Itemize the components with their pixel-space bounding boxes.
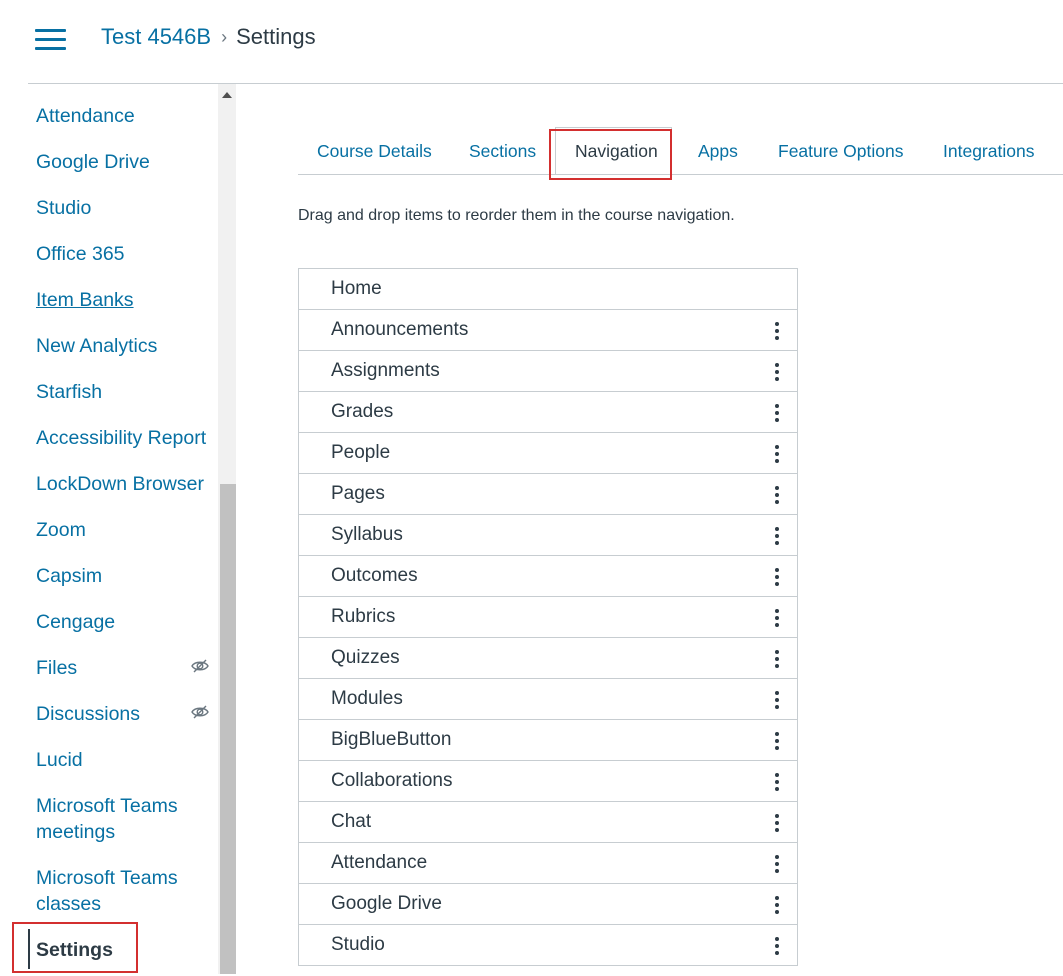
kebab-menu-icon[interactable] <box>773 566 781 588</box>
tab-feature-options[interactable]: Feature Options <box>778 141 903 162</box>
chevron-right-icon: › <box>221 26 228 47</box>
kebab-menu-icon[interactable] <box>773 935 781 957</box>
list-item-label: Assignments <box>331 360 440 381</box>
kebab-menu-icon[interactable] <box>773 689 781 711</box>
list-item[interactable]: Attendance <box>299 843 797 884</box>
kebab-menu-icon[interactable] <box>773 894 781 916</box>
list-item[interactable]: Modules <box>299 679 797 720</box>
sidebar-item-microsoft-teams-classes[interactable]: Microsoft Teams classes <box>36 865 216 917</box>
list-item[interactable]: People <box>299 433 797 474</box>
settings-highlight-box <box>12 922 138 973</box>
eye-slash-icon <box>190 656 210 676</box>
list-item-label: Chat <box>331 811 372 832</box>
sidebar-item-office-365[interactable]: Office 365 <box>36 241 216 267</box>
list-item[interactable]: Outcomes <box>299 556 797 597</box>
hamburger-menu-icon[interactable] <box>35 27 67 51</box>
sidebar-item-microsoft-teams-meetings[interactable]: Microsoft Teams meetings <box>36 793 216 845</box>
kebab-menu-icon[interactable] <box>773 525 781 547</box>
list-item[interactable]: Grades <box>299 392 797 433</box>
list-item[interactable]: Home <box>299 269 797 310</box>
sidebar-scrollbar-thumb[interactable] <box>220 484 236 974</box>
tab-course-details[interactable]: Course Details <box>317 141 432 162</box>
list-item-label: Google Drive <box>331 893 442 914</box>
list-item[interactable]: Collaborations <box>299 761 797 802</box>
sidebar-item-google-drive[interactable]: Google Drive <box>36 149 216 175</box>
list-item-label: BigBlueButton <box>331 729 452 750</box>
list-item[interactable]: Pages <box>299 474 797 515</box>
breadcrumb: Test 4546B › Settings <box>101 24 316 50</box>
sidebar-item-discussions[interactable]: Discussions <box>36 701 216 727</box>
kebab-menu-icon[interactable] <box>773 853 781 875</box>
list-item-label: Studio <box>331 934 385 955</box>
list-item[interactable]: Chat <box>299 802 797 843</box>
sidebar-item-cengage[interactable]: Cengage <box>36 609 216 635</box>
tab-sections[interactable]: Sections <box>469 141 536 162</box>
list-item[interactable]: Rubrics <box>299 597 797 638</box>
sidebar-item-files[interactable]: Files <box>36 655 216 681</box>
sidebar-item-item-banks[interactable]: Item Banks <box>36 287 216 313</box>
kebab-menu-icon[interactable] <box>773 607 781 629</box>
list-item[interactable]: Google Drive <box>299 884 797 925</box>
list-item-label: Home <box>331 278 382 299</box>
navigation-instructions: Drag and drop items to reorder them in t… <box>298 207 735 224</box>
kebab-menu-icon[interactable] <box>773 361 781 383</box>
list-item-label: Grades <box>331 401 394 422</box>
list-item-label: People <box>331 442 391 463</box>
breadcrumb-current: Settings <box>236 24 316 49</box>
list-item[interactable]: Studio <box>299 925 797 966</box>
kebab-menu-icon[interactable] <box>773 320 781 342</box>
list-item[interactable]: Syllabus <box>299 515 797 556</box>
sidebar-item-capsim[interactable]: Capsim <box>36 563 216 589</box>
kebab-menu-icon[interactable] <box>773 812 781 834</box>
list-item-label: Quizzes <box>331 647 400 668</box>
sidebar-item-lockdown-browser[interactable]: LockDown Browser <box>36 471 216 497</box>
kebab-menu-icon[interactable] <box>773 484 781 506</box>
kebab-menu-icon[interactable] <box>773 443 781 465</box>
list-item-label: Rubrics <box>331 606 396 627</box>
kebab-menu-icon[interactable] <box>773 648 781 670</box>
list-item[interactable]: Assignments <box>299 351 797 392</box>
tabs-divider <box>298 174 1063 175</box>
list-item-label: Modules <box>331 688 403 709</box>
app-header: Test 4546B › Settings <box>0 0 1063 84</box>
list-item-label: Collaborations <box>331 770 453 791</box>
list-item[interactable]: Quizzes <box>299 638 797 679</box>
eye-slash-icon <box>190 702 210 722</box>
breadcrumb-course-link[interactable]: Test 4546B <box>101 24 211 50</box>
sidebar-item-new-analytics[interactable]: New Analytics <box>36 333 216 359</box>
kebab-menu-icon[interactable] <box>773 402 781 424</box>
list-item-label: Syllabus <box>331 524 403 545</box>
sidebar-item-studio[interactable]: Studio <box>36 195 216 221</box>
sidebar-item-attendance[interactable]: Attendance <box>36 103 216 129</box>
sidebar-item-zoom[interactable]: Zoom <box>36 517 216 543</box>
list-item-label: Attendance <box>331 852 428 873</box>
course-navigation-sidebar: Attendance Google Drive Studio Office 36… <box>0 84 238 976</box>
settings-tabs: Course Details Sections Navigation Apps … <box>298 127 1063 175</box>
tab-apps[interactable]: Apps <box>698 141 738 162</box>
list-item-label: Outcomes <box>331 565 418 586</box>
list-item-label: Announcements <box>331 319 469 340</box>
sidebar-item-accessibility-report[interactable]: Accessibility Report <box>36 425 216 451</box>
scroll-up-arrow-icon[interactable] <box>222 92 232 98</box>
course-navigation-list: Home Announcements Assignments Grades Pe… <box>298 268 798 966</box>
list-item-label: Pages <box>331 483 385 504</box>
sidebar-item-lucid[interactable]: Lucid <box>36 747 216 773</box>
tab-integrations[interactable]: Integrations <box>943 141 1034 162</box>
navigation-tab-highlight-box <box>549 129 672 180</box>
kebab-menu-icon[interactable] <box>773 730 781 752</box>
list-item[interactable]: BigBlueButton <box>299 720 797 761</box>
list-item[interactable]: Announcements <box>299 310 797 351</box>
kebab-menu-icon[interactable] <box>773 771 781 793</box>
sidebar-item-starfish[interactable]: Starfish <box>36 379 216 405</box>
